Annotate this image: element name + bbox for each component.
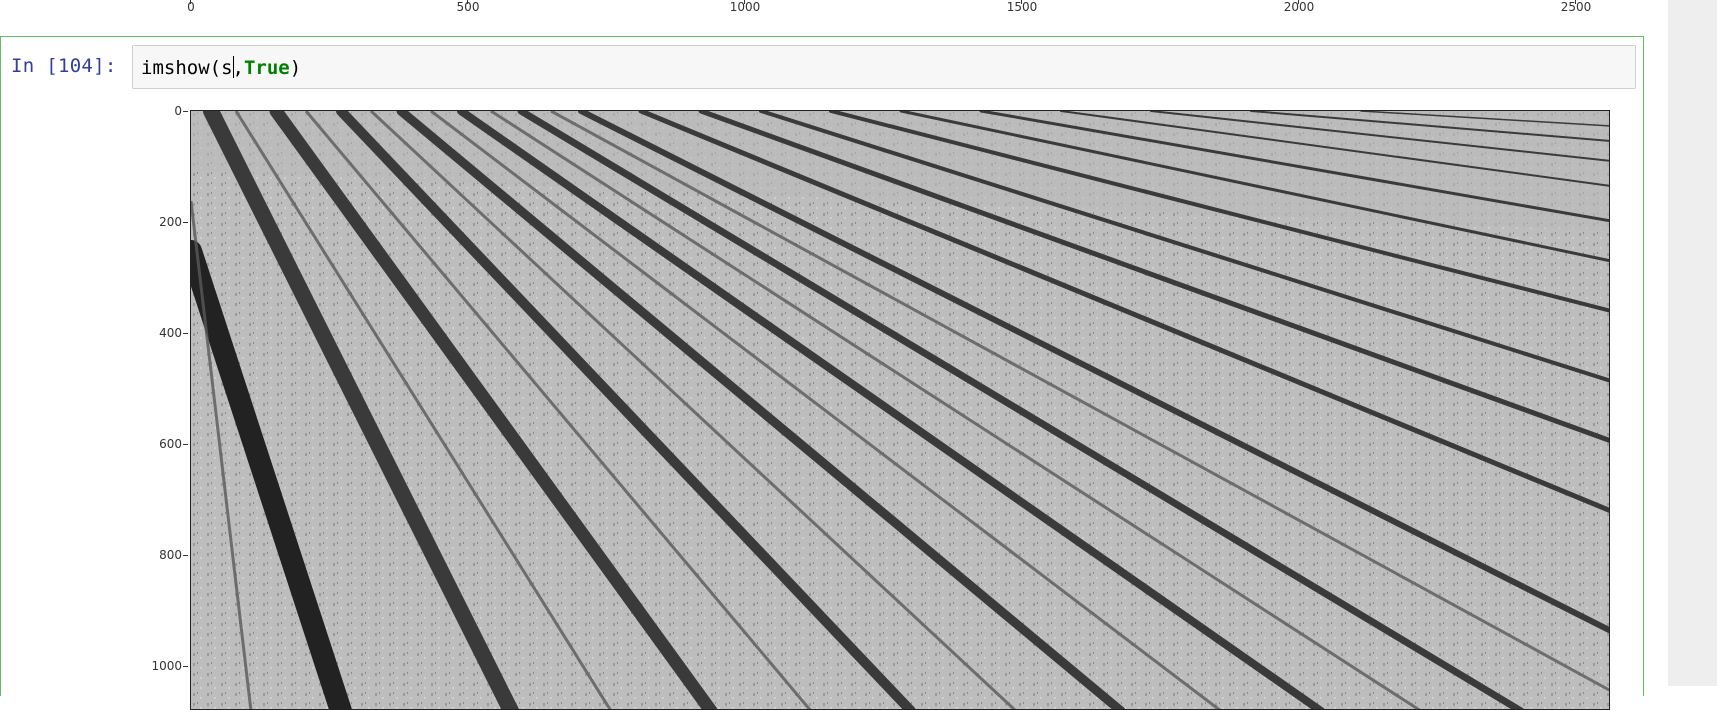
code-input-area[interactable]: imshow(s,True)	[132, 45, 1636, 89]
y-tick-mark	[183, 444, 188, 445]
code-line[interactable]: imshow(s,True)	[141, 56, 301, 79]
y-tick-label: 200	[159, 215, 182, 229]
y-tick-mark	[183, 333, 188, 334]
y-tick-label: 0	[174, 104, 182, 118]
x-tick-label: 0	[187, 0, 195, 14]
y-tick-label: 600	[159, 437, 182, 451]
y-tick-mark	[183, 555, 188, 556]
y-tick-mark	[183, 222, 188, 223]
previous-output-x-axis: 0 500 1000 1500 2000 2500	[0, 0, 1668, 20]
notebook-area: 0 500 1000 1500 2000 2500 In [104]: imsh…	[0, 0, 1668, 710]
grayscale-field-rows-image	[190, 110, 1610, 710]
code-comma: ,	[232, 57, 244, 79]
y-tick-mark	[183, 111, 188, 112]
x-tick-label: 2500	[1560, 0, 1592, 14]
code-text: imshow(s	[141, 57, 233, 79]
x-tick-label: 1500	[1006, 0, 1038, 14]
y-tick-label: 800	[159, 548, 182, 562]
x-tick-label: 2000	[1283, 0, 1315, 14]
right-scroll-gutter[interactable]	[1668, 0, 1717, 686]
y-tick-label: 1000	[151, 659, 182, 673]
y-tick-mark	[183, 666, 188, 667]
x-tick-label: 500	[456, 0, 480, 14]
code-close-paren: )	[289, 57, 302, 79]
y-tick-label: 400	[159, 326, 182, 340]
code-keyword-true: True	[243, 57, 290, 79]
field-rows-picture	[191, 111, 1609, 709]
input-prompt: In [104]:	[11, 55, 117, 77]
x-tick-label: 1000	[729, 0, 761, 14]
